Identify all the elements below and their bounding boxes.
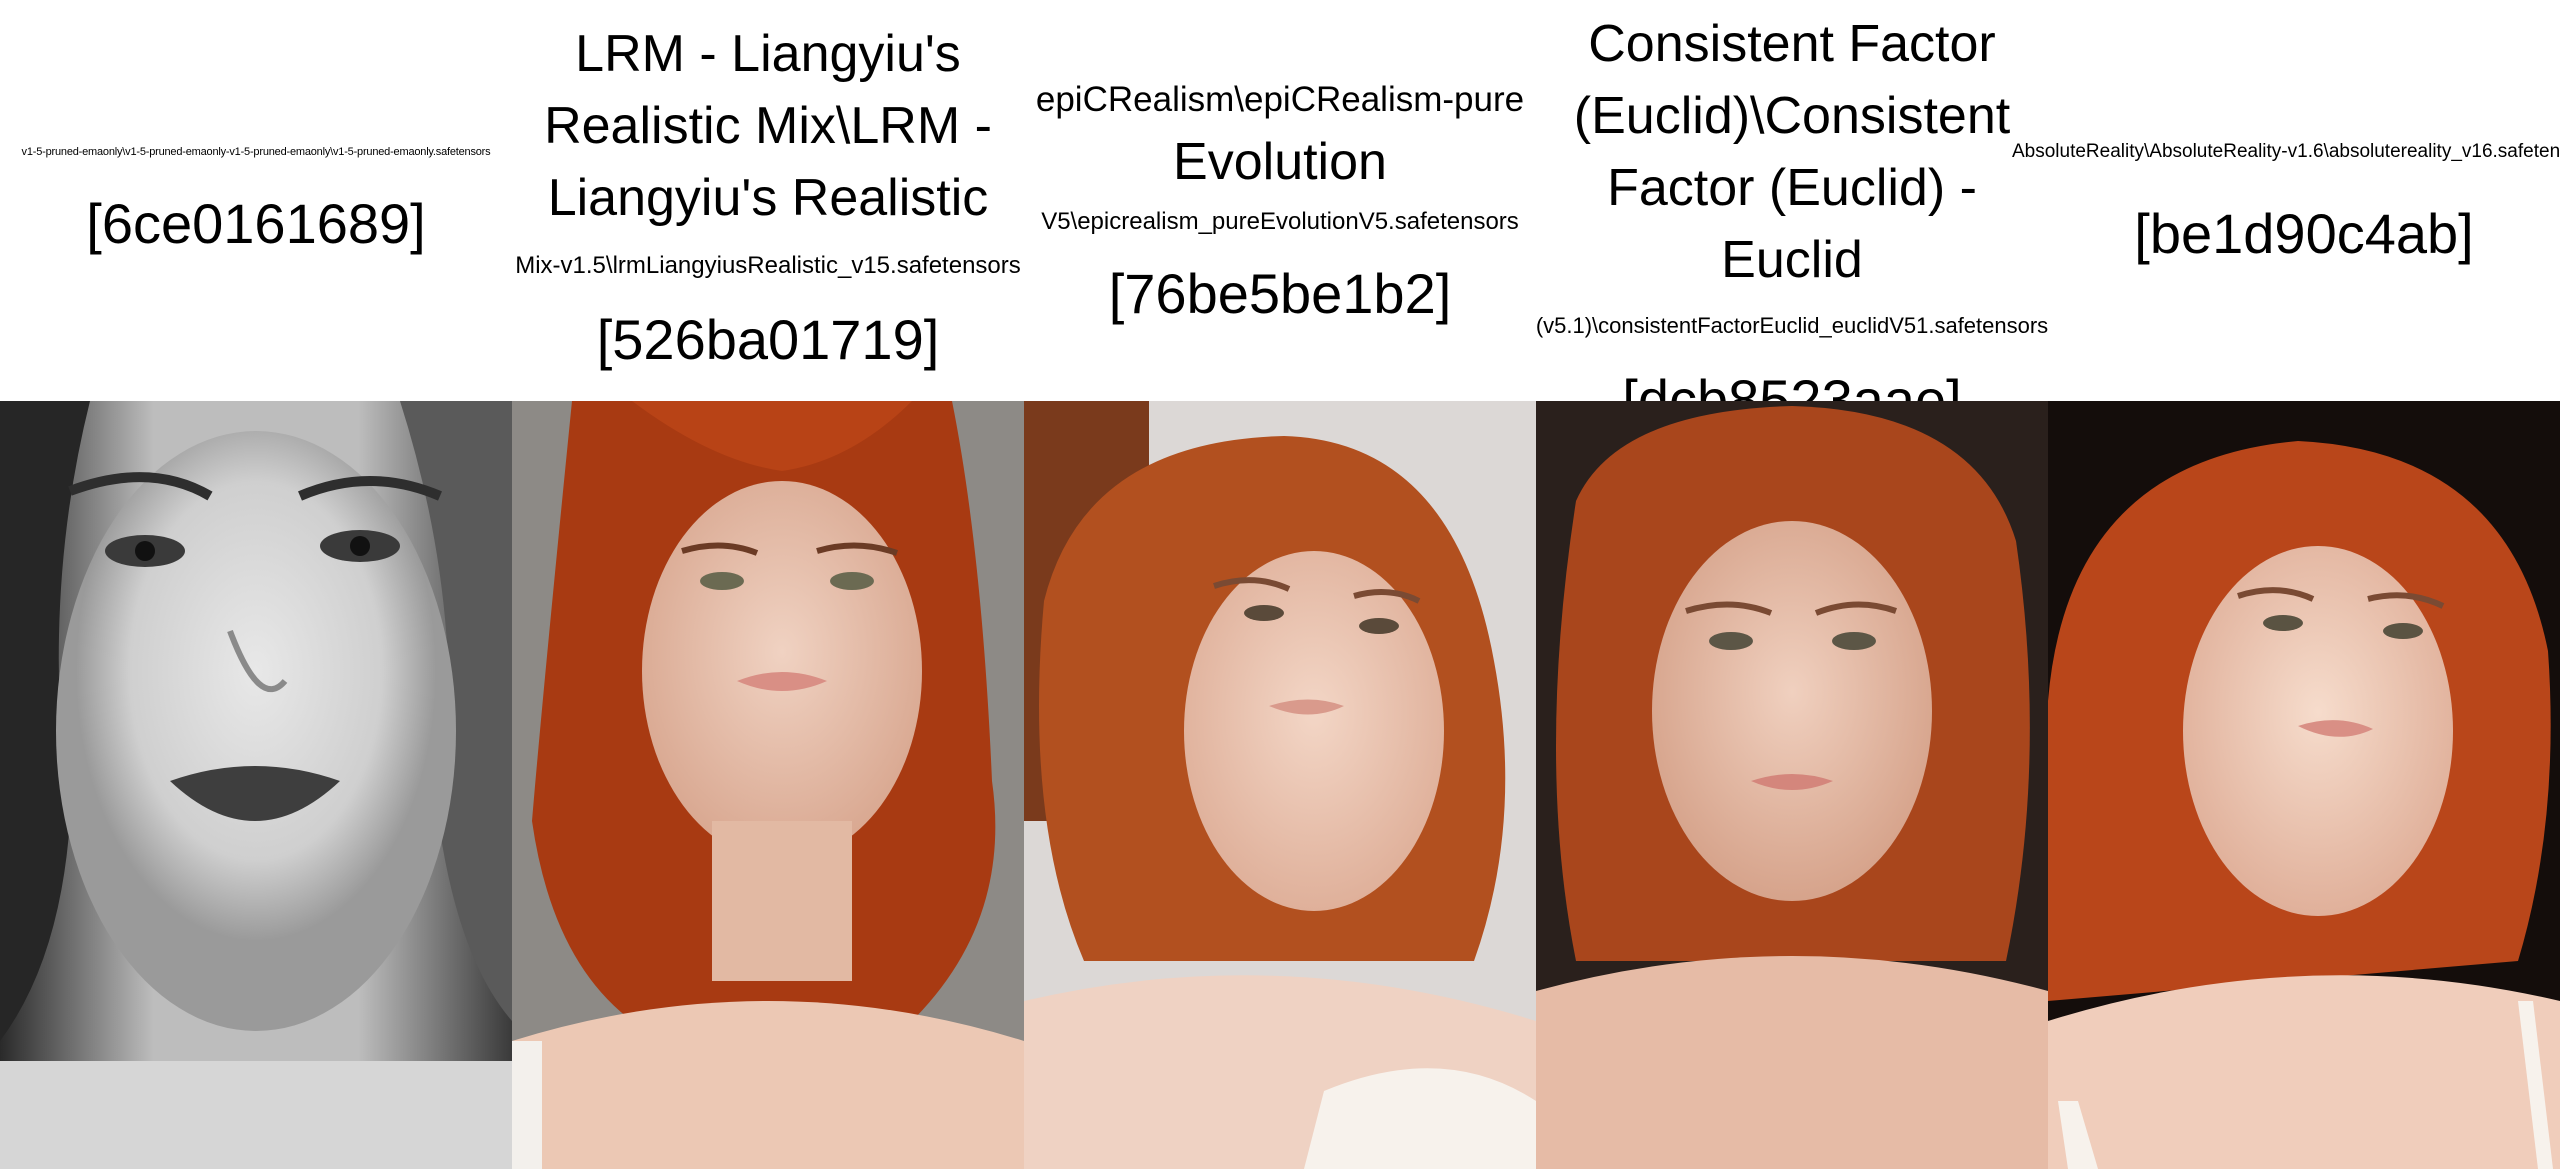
column-header: epiCRealism\epiCRealism-pure Evolution V… — [1024, 0, 1536, 401]
model-hash-label: [526ba01719] — [596, 308, 940, 371]
generated-image[interactable] — [1024, 401, 1536, 1169]
model-name-label: Realistic Mix\LRM - — [544, 97, 992, 155]
generated-image[interactable] — [1536, 401, 2048, 1169]
model-name-label: Factor (Euclid) -Euclid — [1607, 159, 1977, 289]
model-name-label: (Euclid)\Consistent — [1573, 87, 2011, 145]
portrait-red-hair-image — [1024, 401, 1536, 1169]
model-name-label: Consistent Factor — [1588, 15, 1996, 73]
grid-column: epiCRealism\epiCRealism-pure Evolution V… — [1024, 0, 1536, 1169]
generated-image[interactable] — [512, 401, 1024, 1169]
portrait-red-hair-image — [512, 401, 1024, 1169]
model-name-label: v1-5-pruned-emaonly\v1-5-pruned-emaonly-… — [21, 145, 491, 158]
portrait-red-hair-image — [1536, 401, 2048, 1169]
column-header: AbsoluteReality\AbsoluteReality-v1.6\abs… — [2012, 0, 2560, 401]
portrait-red-hair-image — [2048, 401, 2560, 1169]
grid-column: LRM - Liangyiu's Realistic Mix\LRM - Lia… — [512, 0, 1024, 1169]
model-hash-label: [76be5be1b2] — [1108, 262, 1452, 325]
model-name-label: Liangyiu's Realistic — [547, 169, 989, 227]
model-name-label: V5\epicrealism_pureEvolutionV5.safetenso… — [1041, 208, 1519, 235]
model-name-label: AbsoluteReality\AbsoluteReality-v1.6\abs… — [2011, 140, 2560, 162]
grid-column: AbsoluteReality\AbsoluteReality-v1.6\abs… — [2012, 0, 2560, 1169]
xyz-plot-grid: v1-5-pruned-emaonly\v1-5-pruned-emaonly-… — [0, 0, 2560, 1169]
column-header: LRM - Liangyiu's Realistic Mix\LRM - Lia… — [512, 0, 1024, 401]
column-header: Consistent Factor (Euclid)\Consistent Fa… — [1535, 0, 2049, 431]
grid-column: Consistent Factor (Euclid)\Consistent Fa… — [1536, 0, 2048, 1169]
model-name-label: Mix-v1.5\lrmLiangyiusRealistic_v15.safet… — [515, 252, 1021, 279]
model-name-label: epiCRealism\epiCRealism-pure — [1035, 80, 1525, 119]
grid-column: v1-5-pruned-emaonly\v1-5-pruned-emaonly-… — [0, 0, 512, 1169]
column-header: v1-5-pruned-emaonly\v1-5-pruned-emaonly-… — [0, 0, 512, 401]
model-name-label: (v5.1)\consistentFactorEuclid_euclidV51.… — [1535, 313, 2049, 338]
model-hash-label: [6ce0161689] — [86, 191, 426, 255]
model-name-label: LRM - Liangyiu's — [575, 25, 961, 83]
model-name-label: Evolution — [1173, 133, 1387, 191]
generated-image[interactable] — [2048, 401, 2560, 1169]
portrait-bw-image — [0, 401, 512, 1169]
model-hash-label: [be1d90c4ab] — [2134, 201, 2474, 265]
generated-image[interactable] — [0, 401, 512, 1169]
